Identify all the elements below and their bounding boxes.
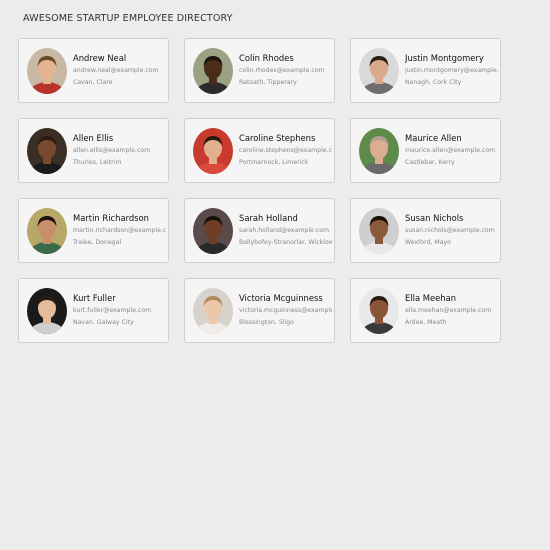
employee-info: Martin Richardson martin.richardson@examp… [73,213,166,248]
avatar [27,288,67,334]
employee-name: Maurice Allen [405,133,462,143]
employee-email: colin.rhodes@example.com [239,67,325,74]
employee-email: andrew.neal@example.com [73,67,159,74]
employee-name: Colin Rhodes [239,53,294,63]
employee-card[interactable]: Allen Ellis allen.ellis@example.com Thurle… [18,118,169,183]
employee-name: Sarah Holland [239,213,298,223]
employee-location: Thurles, Leitrim [73,159,122,166]
employee-location: Navan, Galway City [73,319,134,326]
employee-name: Justin Montgomery [405,53,484,63]
employee-info: Allen Ellis allen.ellis@example.com Thurle… [73,133,166,168]
employee-email: victoria.mcguinness@example.com [239,307,332,314]
employee-location: Blessington, Sligo [239,319,294,326]
employee-info: Justin Montgomery justin.montgomery@examp… [405,53,498,88]
directory-page: AWESOME STARTUP EMPLOYEE DIRECTORY Andre… [0,0,550,550]
employee-grid: Andrew Neal andrew.neal@example.com Cavan,… [18,38,501,343]
employee-info: Caroline Stephens caroline.stephens@examp… [239,133,332,168]
employee-email: justin.montgomery@example.com [405,67,498,74]
employee-card[interactable]: Maurice Allen maurice.allen@example.com Ca… [350,118,501,183]
avatar [359,128,399,174]
employee-info: Susan Nichols susan.nichols@example.com We… [405,213,498,248]
employee-location: Nenagh, Cork City [405,79,462,86]
avatar [193,288,233,334]
employee-card[interactable]: Caroline Stephens caroline.stephens@examp… [184,118,335,183]
employee-name: Martin Richardson [73,213,149,223]
employee-card[interactable]: Martin Richardson martin.richardson@examp… [18,198,169,263]
employee-card[interactable]: Justin Montgomery justin.montgomery@examp… [350,38,501,103]
employee-card[interactable]: Colin Rhodes colin.rhodes@example.com Rato… [184,38,335,103]
employee-name: Caroline Stephens [239,133,316,143]
employee-location: Tralee, Donegal [73,239,122,246]
avatar [359,288,399,334]
employee-name: Victoria Mcguinness [239,293,323,303]
employee-location: Ardee, Meath [405,319,447,326]
employee-location: Ballybofey-Stranorlar, Wicklow [239,239,332,246]
employee-card[interactable]: Victoria Mcguinness victoria.mcguinness@e… [184,278,335,343]
employee-email: maurice.allen@example.com [405,147,496,154]
avatar [359,48,399,94]
employee-info: Sarah Holland sarah.holland@example.com Ba… [239,213,332,248]
employee-card[interactable]: Kurt Fuller kurt.fuller@example.com Navan,… [18,278,169,343]
employee-card[interactable]: Ella Meehan ella.meehan@example.com Ardee,… [350,278,501,343]
avatar [193,128,233,174]
employee-email: ella.meehan@example.com [405,307,492,314]
employee-info: Andrew Neal andrew.neal@example.com Cavan,… [73,53,166,88]
employee-card[interactable]: Andrew Neal andrew.neal@example.com Cavan,… [18,38,169,103]
employee-email: susan.nichols@example.com [405,227,495,234]
employee-name: Allen Ellis [73,133,114,143]
employee-email: martin.richardson@example.com [73,227,166,234]
employee-email: caroline.stephens@example.com [239,147,332,154]
employee-name: Andrew Neal [73,53,127,63]
avatar [27,128,67,174]
employee-card[interactable]: Susan Nichols susan.nichols@example.com We… [350,198,501,263]
employee-location: Portmarnock, Limerick [239,159,309,166]
employee-location: Wexford, Mayo [405,239,451,246]
employee-email: allen.ellis@example.com [73,147,151,154]
employee-info: Victoria Mcguinness victoria.mcguinness@e… [239,293,332,328]
employee-info: Maurice Allen maurice.allen@example.com Ca… [405,133,498,168]
avatar [193,48,233,94]
employee-location: Ratoath, Tipperary [239,79,297,86]
employee-name: Ella Meehan [405,293,457,303]
employee-location: Cavan, Clare [73,79,113,86]
employee-email: kurt.fuller@example.com [73,307,152,314]
employee-card[interactable]: Sarah Holland sarah.holland@example.com Ba… [184,198,335,263]
employee-email: sarah.holland@example.com [239,227,330,234]
employee-location: Castlebar, Kerry [405,159,455,166]
avatar [27,208,67,254]
employee-info: Kurt Fuller kurt.fuller@example.com Navan,… [73,293,166,328]
employee-info: Colin Rhodes colin.rhodes@example.com Rato… [239,53,332,88]
employee-name: Kurt Fuller [73,293,116,303]
avatar [27,48,67,94]
page-title: AWESOME STARTUP EMPLOYEE DIRECTORY [23,13,233,24]
avatar [193,208,233,254]
employee-info: Ella Meehan ella.meehan@example.com Ardee,… [405,293,498,328]
employee-name: Susan Nichols [405,213,464,223]
avatar [359,208,399,254]
